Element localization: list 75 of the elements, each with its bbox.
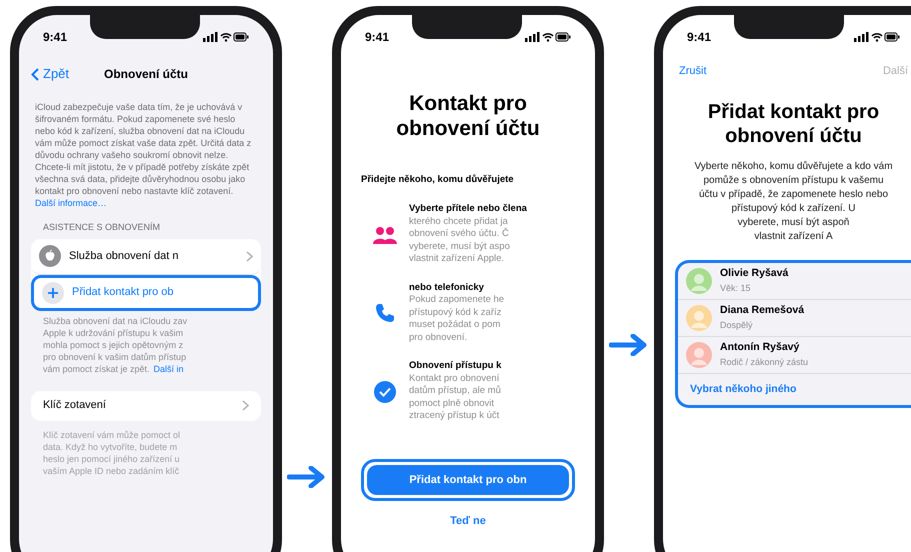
right-arrow-icon xyxy=(287,466,327,488)
contact-name: Diana Remešová xyxy=(720,302,804,318)
feature-title: nebo telefonicky xyxy=(409,282,485,294)
chevron-right-icon xyxy=(242,400,249,411)
recovery-key-row[interactable]: Klíč zotavení xyxy=(31,390,261,420)
status-time: 9:41 xyxy=(43,29,68,46)
feature-text-line: ztracený přístup k účt xyxy=(409,410,500,423)
status-time: 9:41 xyxy=(365,29,390,46)
settings-row[interactable]: Služba obnovení dat n xyxy=(31,238,261,274)
intro-text: iCloud zabezpečuje vaše data tím, že je uchovává v šifrovaném formátu. Pokud zapomenete své heslo nebo kód k zařízení, služba obnovení dat na iCloudu vám může pomoct získat vaše data zpět. Určitá data z důvodu ochrany vašeho soukromí obnovit nelze. Chcete-li mít jistotu, že v případě potřeby získáte zpět všechna svá data, přidejte důvěryhodnou osobu jako kontakt pro obnovení nebo nastavte klíč zotavení. Další informace… xyxy=(34,101,252,209)
description-line: vlastnit zařízení A xyxy=(754,230,833,244)
apple-logo-icon xyxy=(39,245,61,267)
contact-row[interactable]: Olivie Ryšavá Věk: 15 xyxy=(678,262,911,300)
feature-text-line: pomoct plně obnovit xyxy=(409,398,496,410)
more-info-link[interactable]: Další informace… xyxy=(35,198,107,208)
feature-text-line: Kontakt pro obnovení xyxy=(409,372,500,385)
phone-icon xyxy=(375,303,395,323)
screen-title: Přidat kontakt pro obnovení účtu xyxy=(706,100,880,148)
contact-detail: Věk: 15 xyxy=(720,282,752,295)
signal-wifi-battery-icon xyxy=(203,32,249,42)
screen-title: Kontakt pro obnovení účtu xyxy=(395,91,541,141)
contact-row[interactable]: Antonín Ryšavý Rodič / zákonný zástu xyxy=(678,336,911,374)
row-label: Klíč zotavení xyxy=(43,398,106,414)
screen-subtitle: Přidejte někoho, komu důvěřujete xyxy=(361,173,515,187)
chevron-right-icon xyxy=(246,250,253,262)
screen-title: Obnovení účtu xyxy=(104,66,188,83)
description-line: přístupový kód k zařízení. U xyxy=(732,202,856,216)
feature-title: Obnovení přístupu k xyxy=(409,360,502,373)
signal-wifi-battery-icon xyxy=(525,32,571,42)
status-time: 9:41 xyxy=(687,29,712,46)
feature-text-line: datům přístup, ale mů xyxy=(409,385,502,398)
row-label: Služba obnovení dat n xyxy=(69,248,180,264)
footer-text-line: Klíč zotavení vám může pomoct ol xyxy=(43,428,182,440)
back-button[interactable]: Zpět xyxy=(31,64,70,84)
signal-wifi-battery-icon xyxy=(854,32,900,42)
next-button[interactable]: Další xyxy=(882,63,908,80)
add-contact-button[interactable]: Přidat kontakt pro obn xyxy=(367,464,569,495)
description-line: Vyberte někoho, komu důvěřujete a kdo vám xyxy=(694,160,893,174)
chevron-left-icon xyxy=(31,68,39,80)
footer-text-line: Služba obnovení dat na iCloudu zav xyxy=(43,314,188,326)
footer-text-line: mohla pomoct s jejich opětovným z xyxy=(43,338,184,350)
description-line: účtu v případě, že zapomenete heslo nebo xyxy=(698,188,888,202)
contact-row[interactable]: Diana Remešová Dospělý xyxy=(678,300,911,336)
cancel-button[interactable]: Zrušit xyxy=(679,63,706,80)
people-icon xyxy=(373,226,397,244)
feature-text-line: obnovení svého účtu. Č xyxy=(409,228,510,241)
footer-text-line: vaším Apple ID nebo zadáním klíč xyxy=(43,464,180,476)
footer-text-line: vám pomoct získat je zpět. xyxy=(43,362,150,374)
feature-text-line: vlastnit zařízení Apple. xyxy=(409,253,506,266)
feature-text-line: kterého chcete přidat ja xyxy=(409,216,509,228)
feature-title: Vyberte přítele nebo člena xyxy=(409,203,527,216)
contact-name: Olivie Ryšavá xyxy=(720,266,788,281)
description-line: vyberete, musí být aspoň xyxy=(738,216,850,230)
description-line: pomůže s obnovením přístupu k vašemu xyxy=(703,174,884,188)
plus-icon xyxy=(42,282,64,304)
choose-other-link[interactable]: Vybrat někoho jiného xyxy=(678,374,911,406)
feature-text-line: vyberete, musí být aspo xyxy=(409,240,511,254)
section-header: ASISTENCE S OBNOVENÍM xyxy=(42,221,162,234)
more-info-link[interactable]: Další in xyxy=(154,362,184,374)
footer-text-line: heslo jen pomocí jiného zařízení u xyxy=(43,452,181,464)
feature-text-line: muset požádat o pom xyxy=(409,319,502,332)
settings-row[interactable]: Přidat kontakt pro ob xyxy=(31,274,261,310)
feature-text-line: Pokud zapomenete he xyxy=(409,294,504,307)
contact-detail: Dospělý xyxy=(720,318,754,332)
not-now-link[interactable]: Teď ne xyxy=(450,512,486,530)
footer-text-line: data. Když ho vytvoříte, budete m xyxy=(43,440,178,452)
footer-text-line: Apple k udržování přístupu k vašim xyxy=(43,326,184,338)
contact-detail: Rodič / zákonný zástu xyxy=(720,356,808,369)
right-arrow-icon xyxy=(609,334,649,356)
contact-name: Antonín Ryšavý xyxy=(720,340,800,355)
feature-text-line: pro obnovení. xyxy=(409,332,468,344)
row-label: Přidat kontakt pro ob xyxy=(72,285,175,300)
checkmark-circle-icon xyxy=(374,380,396,402)
footer-text-line: pro obnovení k vašim datům přístup xyxy=(43,350,188,362)
feature-text-line: přístupový kód k zaříz xyxy=(409,306,502,320)
